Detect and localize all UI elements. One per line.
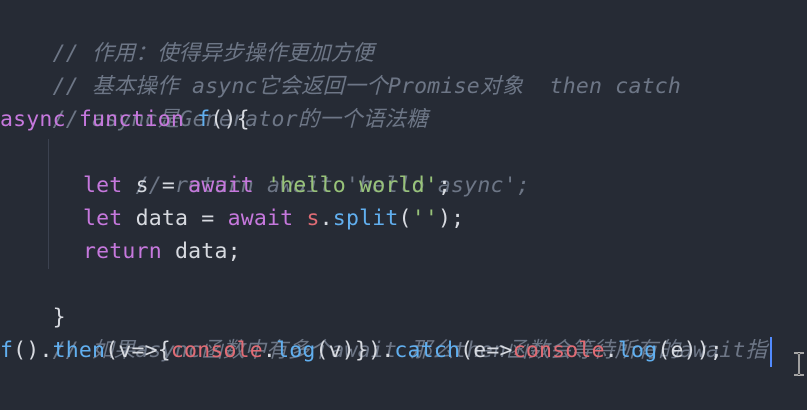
code-line-3[interactable]: // async是Generator的一个语法糖 (0, 70, 428, 132)
keyword-async: async (0, 107, 66, 132)
identifier: s = (122, 173, 189, 198)
punctuation: (e)); (657, 338, 724, 363)
punctuation: (){ (210, 107, 250, 132)
method-name: split (332, 206, 399, 231)
keyword-let: let (83, 173, 123, 198)
variable: s (306, 206, 320, 231)
string-literal: '' (411, 206, 438, 231)
code-line-9[interactable]: } (0, 268, 66, 330)
object-console: console (170, 338, 263, 363)
code-line-2[interactable]: // 基本操作 async它会返回一个Promise对象 then catch (0, 37, 681, 99)
punctuation: ; (437, 173, 452, 198)
function-call: f (0, 338, 14, 363)
code-line-10[interactable]: // 如果async函数中有多个await 那么then函数会等待所有的awai… (0, 301, 767, 363)
code-line-7[interactable]: let data = await s.split(''); (83, 202, 464, 235)
identifier: data; (161, 239, 241, 264)
code-line-4[interactable]: async function f(){ (0, 103, 250, 136)
method-then: then (52, 338, 106, 363)
object-console: console (512, 338, 605, 363)
method-catch: catch (394, 338, 461, 363)
punctuation: (). (13, 338, 53, 363)
keyword-let: let (83, 206, 123, 231)
punctuation: ); (437, 206, 465, 231)
method-log: log (276, 338, 316, 363)
keyword-await: await (227, 206, 294, 231)
text-cursor (770, 337, 772, 367)
code-line-11[interactable]: f().then(v=>{console.log(v)}).catch(e=>c… (0, 334, 723, 367)
identifier: data = (122, 206, 228, 231)
code-line-8[interactable]: return data; (83, 235, 241, 268)
punctuation: (e=> (460, 338, 513, 363)
indent-guide (48, 139, 49, 269)
keyword-await: await (188, 173, 254, 198)
method-log: log (617, 338, 658, 363)
punctuation: . (319, 206, 333, 231)
punctuation: (v)}). (315, 338, 395, 363)
keyword-function: function (78, 107, 185, 132)
punctuation: . (262, 338, 277, 363)
code-line-6[interactable]: let s = await 'hello world'; (83, 169, 451, 202)
keyword-return: return (83, 239, 162, 264)
code-editor[interactable]: // 作用：使得异步操作更加方便 // 基本操作 async它会返回一个Prom… (0, 0, 807, 410)
string-literal: 'hello world' (267, 173, 438, 198)
punctuation: (v=>{ (105, 338, 171, 363)
code-line-5[interactable]: // return await 'hello async'; (83, 136, 530, 198)
function-name: f (197, 107, 211, 132)
code-line-1[interactable]: // 作用：使得异步操作更加方便 (0, 4, 374, 66)
punctuation: . (604, 338, 618, 363)
punctuation: ( (398, 206, 412, 231)
text-ibeam-icon (792, 352, 806, 376)
